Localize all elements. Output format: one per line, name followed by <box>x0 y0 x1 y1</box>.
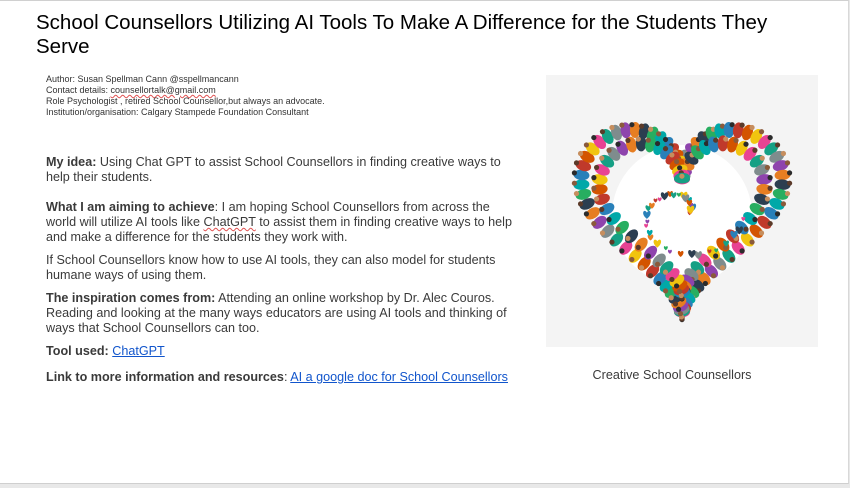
if-paragraph: If School Counsellors know how to use AI… <box>46 253 496 282</box>
contact-line: Contact details: counsellortalk@gmail.co… <box>46 85 325 96</box>
slide: School Counsellors Utilizing AI Tools To… <box>0 0 849 484</box>
aim-chatgpt-word: ChatGPT <box>203 215 256 229</box>
heart-figure <box>774 179 793 190</box>
heart-figure <box>756 184 773 195</box>
institution-line: Institution/organisation: Calgary Stampe… <box>46 107 309 117</box>
content-body: My idea: Using Chat GPT to assist School… <box>46 155 516 385</box>
image-caption: Creative School Counsellors <box>592 368 752 382</box>
slide-title: School Counsellors Utilizing AI Tools To… <box>36 11 768 58</box>
contact-email: counsellortalk@gmail.com <box>110 85 216 95</box>
heart-figure <box>571 179 590 190</box>
heart-figure <box>635 135 647 152</box>
aim-paragraph: What I am aiming to achieve: I am hoping… <box>46 200 516 245</box>
heart-figure <box>591 184 608 195</box>
heart-illustration <box>546 75 818 347</box>
idea-label: My idea: <box>46 155 97 169</box>
idea-text: Using Chat GPT to assist School Counsell… <box>46 155 501 184</box>
idea-paragraph: My idea: Using Chat GPT to assist School… <box>46 155 516 185</box>
contact-prefix: Contact details: <box>46 85 111 95</box>
chatgpt-link[interactable]: ChatGPT <box>112 344 165 358</box>
more-info-paragraph: Link to more information and resources: … <box>46 370 516 385</box>
aim-label: What I am aiming to achieve <box>46 200 215 214</box>
more-info-label: Link to more information and resources <box>46 370 284 384</box>
heart-figure <box>629 121 641 138</box>
tool-label: Tool used: <box>46 344 109 358</box>
author-metadata: Author: Susan Spellman Cann @sspellmanca… <box>46 74 325 118</box>
heart-of-people-image <box>571 121 793 323</box>
inspiration-label: The inspiration comes from: <box>46 291 216 305</box>
tool-paragraph: Tool used: ChatGPT <box>46 344 516 359</box>
inspiration-paragraph: The inspiration comes from: Attending an… <box>46 291 516 336</box>
author-line: Author: Susan Spellman Cann @sspellmanca… <box>46 74 239 84</box>
role-line: Role Psychologist , retired School Couns… <box>46 96 325 106</box>
google-doc-link[interactable]: AI a google doc for School Counsellors <box>290 370 508 384</box>
